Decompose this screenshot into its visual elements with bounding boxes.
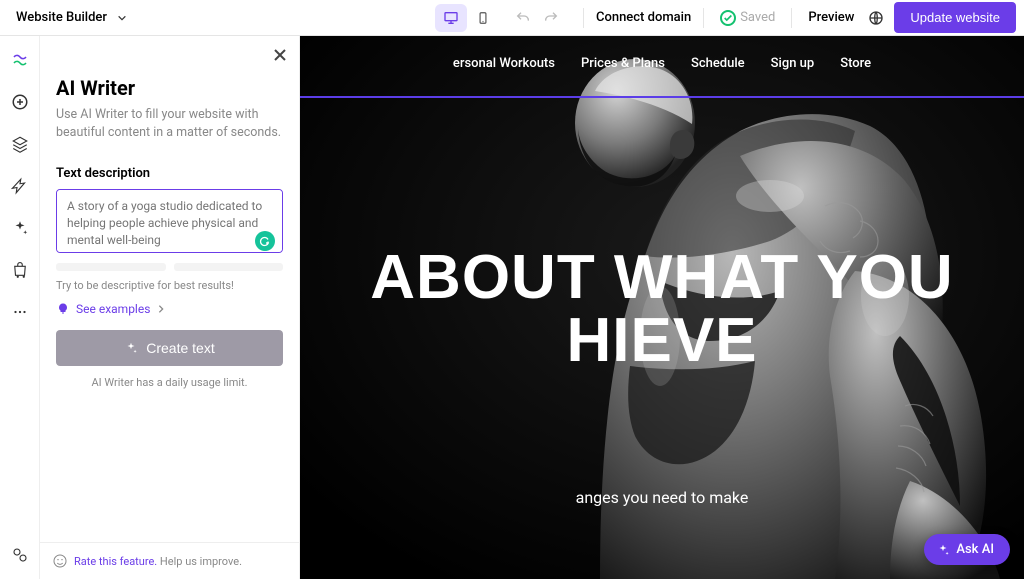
logo-icon[interactable] [6,46,34,74]
sparkle-icon [936,543,950,557]
rate-feature-text: Rate this feature. Help us improve. [74,555,242,568]
top-toolbar: Website Builder Connect domain Saved Pre… [0,0,1024,36]
text-description-input[interactable] [56,189,283,253]
preview-canvas: ersonal Workouts Prices & Plans Schedule… [300,36,1024,579]
panel-description: Use AI Writer to fill your website with … [56,106,283,142]
panel-title: AI Writer [56,76,283,100]
usage-limit-text: AI Writer has a daily usage limit. [56,376,283,389]
mobile-view-button[interactable] [467,4,499,32]
create-text-label: Create text [146,340,214,356]
ask-ai-label: Ask AI [956,542,994,557]
site-title: Website Builder [16,10,107,25]
ai-writer-panel: AI Writer Use AI Writer to fill your web… [40,36,300,579]
chevron-right-icon [156,304,166,314]
preview-button[interactable]: Preview [808,10,854,25]
site-nav: ersonal Workouts Prices & Plans Schedule… [300,56,1024,71]
hero-subtext: anges you need to make [576,488,749,507]
update-website-button[interactable]: Update website [894,2,1016,33]
nav-item[interactable]: Sign up [771,56,815,71]
device-switcher [435,4,499,32]
hint-text: Try to be descriptive for best results! [56,279,283,292]
connect-domain-button[interactable]: Connect domain [596,10,691,25]
more-button[interactable] [6,298,34,326]
divider [703,8,704,28]
divider [583,8,584,28]
add-element-button[interactable] [6,88,34,116]
panel-footer: Rate this feature. Help us improve. [40,542,299,579]
lightbulb-icon [56,302,70,316]
check-circle-icon [720,10,736,26]
field-label: Text description [56,166,283,181]
icon-rail [0,36,40,579]
see-examples-link[interactable]: See examples [56,302,283,316]
hero-heading-line1: ABOUT WHAT YOU [300,246,1024,309]
save-status: Saved [720,10,775,26]
suggestion-placeholders [56,263,283,271]
close-panel-button[interactable] [273,48,287,62]
link-button[interactable] [6,541,34,569]
nav-item[interactable]: Store [840,56,871,71]
ask-ai-button[interactable]: Ask AI [924,534,1010,565]
nav-item[interactable]: Prices & Plans [581,56,665,71]
create-text-button[interactable]: Create text [56,330,283,366]
divider [791,8,792,28]
site-switcher[interactable]: Website Builder [8,6,135,29]
nav-item[interactable]: ersonal Workouts [453,56,555,71]
nav-item[interactable]: Schedule [691,56,745,71]
saved-label: Saved [740,10,775,25]
undo-button[interactable] [509,4,537,32]
ai-tool-button[interactable] [6,214,34,242]
rate-feature-link[interactable]: Rate this feature. [74,555,157,568]
hero-heading: ABOUT WHAT YOU HIEVE [300,246,1024,372]
redo-button[interactable] [537,4,565,32]
see-examples-label: See examples [76,302,150,316]
language-button[interactable] [862,4,890,32]
chevron-down-icon [117,13,127,23]
layers-button[interactable] [6,130,34,158]
sparkle-icon [124,341,138,355]
desktop-view-button[interactable] [435,4,467,32]
feedback-icon [52,553,68,569]
hero-heading-line2: HIEVE [300,309,1024,372]
theme-button[interactable] [6,172,34,200]
store-button[interactable] [6,256,34,284]
